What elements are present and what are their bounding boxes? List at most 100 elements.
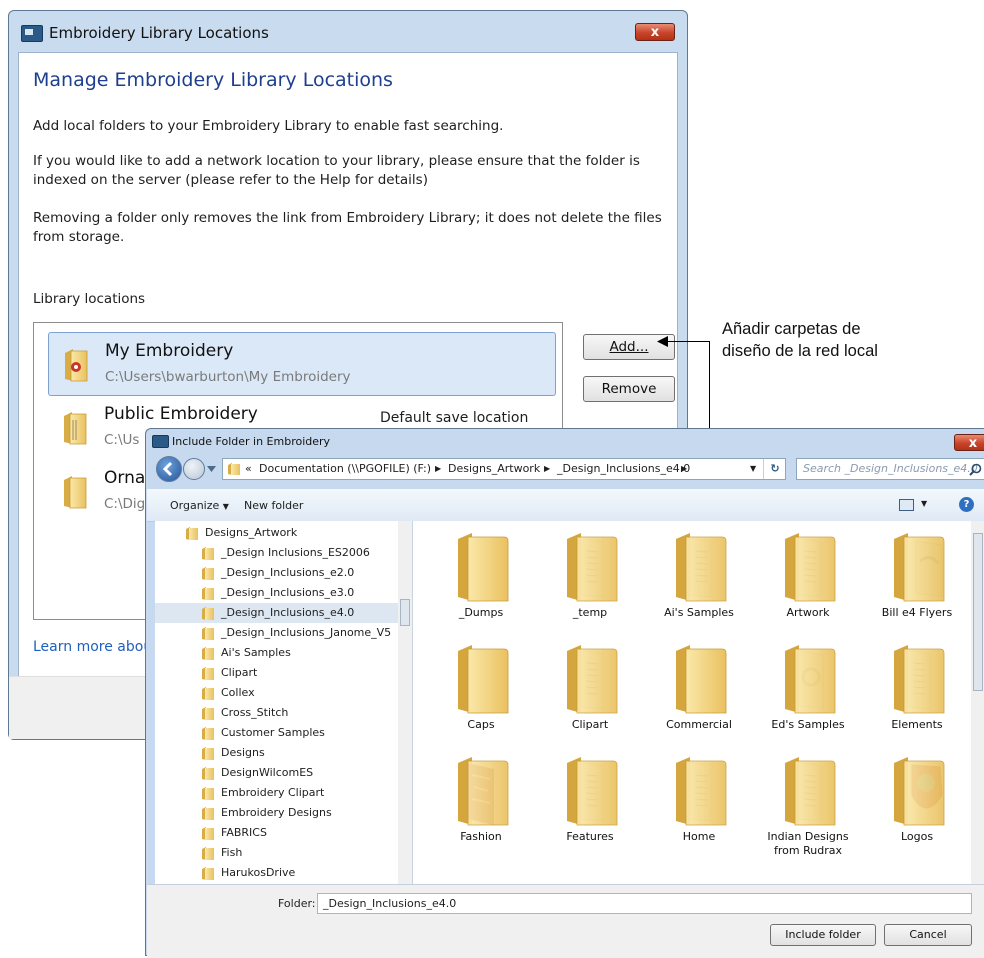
organize-menu[interactable]: Organize ▼ <box>170 499 229 512</box>
learn-more-link[interactable]: Learn more abou <box>33 639 152 655</box>
refresh-icon[interactable]: ↻ <box>763 459 786 479</box>
address-overflow-chevron[interactable]: « <box>245 459 252 479</box>
nav-item-label: Cross_Stitch <box>221 706 289 719</box>
folder-icon <box>64 412 87 445</box>
dropdown-arrow-icon[interactable]: ▼ <box>921 499 927 508</box>
breadcrumb-item[interactable]: _Design_Inclusions_e4.0 <box>557 459 690 479</box>
close-button[interactable]: x <box>635 23 675 41</box>
arrowhead-icon <box>657 336 668 347</box>
folder-icon <box>458 533 509 602</box>
folder-field-label: Folder: <box>278 897 316 910</box>
folder-icon <box>202 607 214 620</box>
nav-item-label: _Design_Inclusions_Janome_V5 <box>221 626 392 639</box>
nav-item-label: Ai's Samples <box>221 646 291 659</box>
scroll-thumb[interactable] <box>400 599 410 626</box>
folder-tile[interactable]: Indian Designs from Rudrax <box>753 751 863 863</box>
nav-item-label: Designs_Artwork <box>205 526 298 539</box>
folder-icon <box>202 787 214 800</box>
nav-item-label: Embroidery Designs <box>221 806 332 819</box>
annotation-line-2: diseño de la red local <box>722 342 878 360</box>
include-folder-dialog: Include Folder in Embroidery x « Documen… <box>145 428 984 958</box>
folder-tile[interactable]: _temp <box>535 527 645 639</box>
location-name: Orna <box>104 468 146 488</box>
nav-item[interactable]: _Design_Inclusions_e4.0 <box>155 603 398 623</box>
folder-tile[interactable]: Clipart <box>535 639 645 751</box>
nav-item-label: _Design_Inclusions_e2.0 <box>221 566 355 579</box>
library-locations-label: Library locations <box>33 291 146 307</box>
folder-tile[interactable]: Fashion <box>426 751 536 863</box>
folder-icon <box>202 547 214 560</box>
nav-item-label: Clipart <box>221 666 258 679</box>
breadcrumb-separator-icon: ▶ <box>544 464 551 473</box>
folder-tile[interactable]: Features <box>535 751 645 863</box>
nav-item-label: DesignWilcomES <box>221 766 314 779</box>
address-bar[interactable]: « Documentation (\\PGOFILE) (F:) ▶ Desig… <box>222 458 786 480</box>
folder-icon <box>202 727 214 740</box>
nav-item-label: _Design_Inclusions_e3.0 <box>221 586 355 599</box>
breadcrumb-item[interactable]: Designs_Artwork <box>448 459 540 479</box>
view-options-icon[interactable] <box>899 499 914 511</box>
location-path: C:\Users\bwarburton\My Embroidery <box>105 369 351 385</box>
dropdown-arrow-icon[interactable]: ▼ <box>750 459 756 479</box>
folder-tile[interactable]: Elements <box>862 639 972 751</box>
cancel-button[interactable]: Cancel <box>884 924 972 946</box>
folder-tile-label: Fashion <box>460 830 502 843</box>
search-input[interactable]: Search _Design_Inclusions_e4.0 <box>796 458 984 480</box>
default-save-location-label: Default save location <box>380 410 529 426</box>
folder-tile[interactable]: Bill e4 Flyers <box>862 527 972 639</box>
help-icon[interactable]: ? <box>959 497 974 512</box>
close-button[interactable]: x <box>954 434 984 451</box>
app-window-icon <box>21 25 43 42</box>
folder-icon <box>202 587 214 600</box>
content-scrollbar[interactable] <box>971 521 984 884</box>
folder-tile[interactable]: _Dumps <box>426 527 536 639</box>
remove-button[interactable]: Remove <box>583 376 675 402</box>
folder-tile-label: Artwork <box>786 606 830 619</box>
folder-tile[interactable]: Commercial <box>644 639 754 751</box>
folder-tile[interactable]: Artwork <box>753 527 863 639</box>
back-arrow-icon <box>162 461 173 477</box>
intro-text: Add local folders to your Embroidery Lib… <box>33 118 504 134</box>
folder-icon <box>202 767 214 780</box>
folder-icon <box>894 533 945 602</box>
folder-tile[interactable]: Caps <box>426 639 536 751</box>
remove-button-label: Remove <box>601 381 657 397</box>
new-folder-button[interactable]: New folder <box>244 499 303 512</box>
nav-item-label: Fish <box>221 846 243 859</box>
folder-icon <box>186 527 198 540</box>
folder-tile-label: Ai's Samples <box>664 606 734 619</box>
chevron-down-icon[interactable] <box>207 466 216 472</box>
folder-tile[interactable]: Ai's Samples <box>644 527 754 639</box>
nav-item-label: Collex <box>221 686 255 699</box>
folder-icon <box>567 645 618 714</box>
folder-tile[interactable]: Logos <box>862 751 972 863</box>
nav-item-label: _Design Inclusions_ES2006 <box>221 546 370 559</box>
nav-item-label: HarukosDrive <box>221 866 296 879</box>
folder-name-input[interactable]: _Design_Inclusions_e4.0 <box>317 893 972 914</box>
location-name: My Embroidery <box>105 341 234 361</box>
nav-scrollbar[interactable] <box>398 521 412 884</box>
folder-icon <box>202 687 214 700</box>
annotation-text: Añadir carpetas de diseño de la red loca… <box>722 318 878 362</box>
folder-tile-label: Clipart <box>571 718 609 731</box>
folder-icon <box>64 476 87 509</box>
folder-tile[interactable]: Home <box>644 751 754 863</box>
folder-icon <box>202 627 214 640</box>
folder-icon <box>894 645 945 714</box>
folder-icon <box>458 757 509 826</box>
location-item-my-embroidery[interactable]: My Embroidery C:\Users\bwarburton\My Emb… <box>48 332 556 396</box>
folder-icon <box>567 533 618 602</box>
forward-button[interactable] <box>183 458 205 480</box>
breadcrumb-item[interactable]: Documentation (\\PGOFILE) (F:) <box>259 459 431 479</box>
embroidery-folder-icon <box>65 349 88 382</box>
folder-icon <box>785 645 836 714</box>
remove-note: Removing a folder only removes the link … <box>33 210 662 245</box>
back-button[interactable] <box>156 456 182 482</box>
folder-icon <box>202 667 214 680</box>
folder-tile[interactable]: Ed's Samples <box>753 639 863 751</box>
folder-tile-label: Elements <box>891 718 943 731</box>
nav-item-label: _Design_Inclusions_e4.0 <box>221 606 355 619</box>
include-folder-button[interactable]: Include folder <box>770 924 876 946</box>
scroll-thumb[interactable] <box>973 533 983 691</box>
command-toolbar: Organize ▼ New folder ▼ ? <box>147 489 984 522</box>
